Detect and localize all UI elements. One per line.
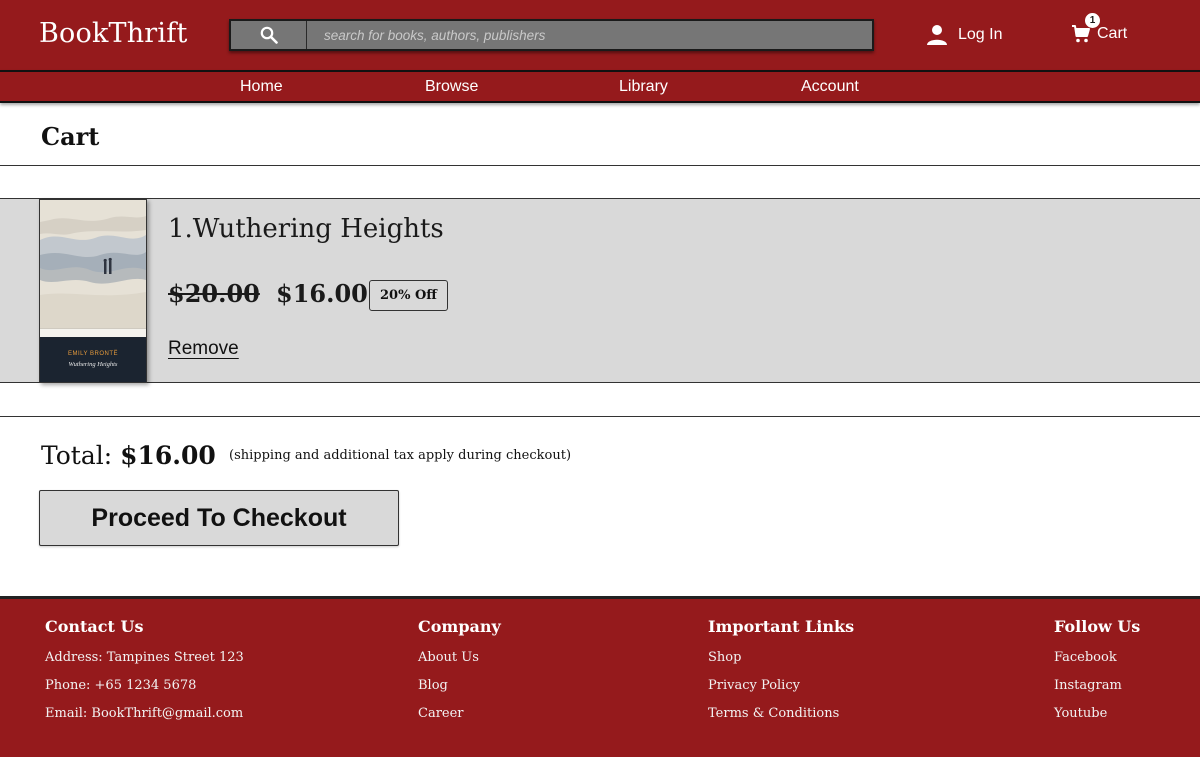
footer-link-privacy[interactable]: Privacy Policy bbox=[708, 678, 854, 693]
cart-button[interactable]: 1 Cart bbox=[1071, 13, 1128, 48]
footer-address: Address: Tampines Street 123 bbox=[45, 650, 244, 665]
discounted-price: $16.00 bbox=[276, 279, 368, 308]
footer-contact: Contact Us Address: Tampines Street 123 … bbox=[45, 617, 244, 734]
footer-link-youtube[interactable]: Youtube bbox=[1054, 706, 1140, 721]
cover-publisher-strip bbox=[40, 328, 146, 337]
cover-title-text: Wuthering Heights bbox=[68, 361, 118, 368]
book-cover-image[interactable]: EMILY BRONTË Wuthering Heights bbox=[39, 199, 147, 383]
cart-label: Cart bbox=[1097, 25, 1128, 42]
remove-button[interactable]: Remove bbox=[168, 338, 239, 360]
footer-important-links: Important Links Shop Privacy Policy Term… bbox=[708, 617, 854, 734]
footer-link-instagram[interactable]: Instagram bbox=[1054, 678, 1140, 693]
footer-follow: Follow Us Facebook Instagram Youtube bbox=[1054, 617, 1140, 734]
divider bbox=[0, 165, 1200, 166]
footer-company: Company About Us Blog Career bbox=[418, 617, 501, 734]
divider bbox=[0, 416, 1200, 417]
login-button[interactable]: Log In bbox=[926, 22, 1002, 48]
footer-link-terms[interactable]: Terms & Conditions bbox=[708, 706, 854, 721]
nav-library[interactable]: Library bbox=[619, 78, 668, 96]
search-icon bbox=[260, 26, 278, 44]
total-note: (shipping and additional tax apply durin… bbox=[229, 448, 572, 463]
nav-account[interactable]: Account bbox=[801, 78, 859, 96]
footer-email: Email: BookThrift@gmail.com bbox=[45, 706, 244, 721]
total-label: Total: bbox=[41, 441, 113, 470]
footer-heading-company: Company bbox=[418, 617, 501, 636]
brand-logo[interactable]: BookThrift bbox=[39, 18, 188, 49]
footer-link-shop[interactable]: Shop bbox=[708, 650, 854, 665]
footer-heading-important: Important Links bbox=[708, 617, 855, 636]
search-input[interactable] bbox=[307, 21, 872, 49]
search-button[interactable] bbox=[231, 21, 307, 49]
footer: Contact Us Address: Tampines Street 123 … bbox=[0, 596, 1200, 757]
cart-total: Total: $16.00 bbox=[41, 441, 216, 470]
cover-title-panel bbox=[40, 337, 146, 382]
footer-link-blog[interactable]: Blog bbox=[418, 678, 501, 693]
footer-link-about[interactable]: About Us bbox=[418, 650, 501, 665]
main-nav: Home Browse Library Account bbox=[0, 70, 1200, 103]
cart-count-badge: 1 bbox=[1085, 13, 1100, 28]
discount-badge: 20% Off bbox=[369, 280, 448, 311]
cover-author-text: EMILY BRONTË bbox=[67, 351, 119, 357]
page-title: Cart bbox=[41, 122, 100, 151]
original-price: $20.00 bbox=[168, 279, 260, 308]
footer-link-facebook[interactable]: Facebook bbox=[1054, 650, 1140, 665]
book-title[interactable]: 1.Wuthering Heights bbox=[168, 214, 444, 244]
search-bar bbox=[229, 19, 874, 51]
footer-heading-contact: Contact Us bbox=[45, 617, 144, 636]
nav-browse[interactable]: Browse bbox=[425, 78, 478, 96]
footer-heading-follow: Follow Us bbox=[1054, 617, 1141, 636]
top-header: BookThrift Log In 1 Cart bbox=[0, 0, 1200, 70]
footer-phone: Phone: +65 1234 5678 bbox=[45, 678, 197, 693]
total-value: $16.00 bbox=[120, 441, 216, 470]
cover-artwork bbox=[40, 200, 146, 328]
user-icon bbox=[927, 25, 947, 45]
nav-home[interactable]: Home bbox=[240, 78, 283, 96]
login-label: Log In bbox=[958, 26, 1003, 43]
checkout-button[interactable]: Proceed To Checkout bbox=[39, 490, 399, 546]
footer-link-career[interactable]: Career bbox=[418, 706, 501, 721]
